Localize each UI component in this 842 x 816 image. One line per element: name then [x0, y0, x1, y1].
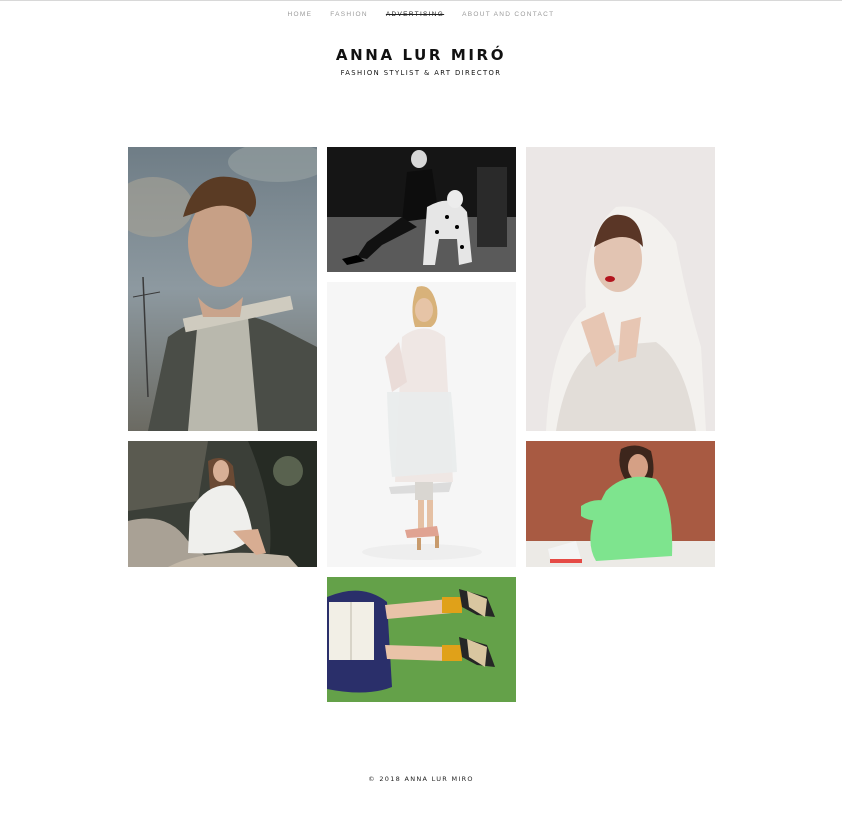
copyright-text: © 2018 ANNA LUR MIRO: [368, 775, 474, 783]
photo-woman-fur: [526, 147, 715, 431]
photo-woman-dalmatian: [327, 147, 516, 272]
photo-legs-grass: [327, 577, 516, 702]
main-nav: HOME FASHION ADVERTISING ABOUT AND CONTA…: [0, 11, 842, 18]
site-title[interactable]: ANNA LUR MIRÓ: [0, 46, 842, 64]
gallery-image-woman-fur[interactable]: [526, 147, 715, 431]
photo-woman-rocks: [128, 441, 317, 567]
gallery-image-woman-rocks[interactable]: [128, 441, 317, 567]
site-header: ANNA LUR MIRÓ FASHION STYLIST & ART DIRE…: [0, 46, 842, 77]
top-border: [0, 0, 842, 1]
site-tagline: FASHION STYLIST & ART DIRECTOR: [340, 69, 502, 77]
gallery-image-woman-green-sweater[interactable]: [526, 441, 715, 567]
nav-advertising[interactable]: ADVERTISING: [386, 11, 444, 18]
gallery-image-woman-sheer-coat[interactable]: [327, 282, 516, 567]
nav-about-contact[interactable]: ABOUT AND CONTACT: [462, 11, 554, 18]
photo-man-backpack: [128, 147, 317, 431]
photo-woman-sheer-coat: [327, 282, 516, 567]
gallery-image-legs-grass[interactable]: [327, 577, 516, 702]
gallery-image-woman-dalmatian[interactable]: [327, 147, 516, 272]
nav-fashion[interactable]: FASHION: [330, 11, 368, 18]
nav-home[interactable]: HOME: [288, 11, 313, 18]
site-footer: © 2018 ANNA LUR MIRO: [0, 775, 842, 783]
photo-woman-green-sweater: [526, 441, 715, 567]
gallery-image-man-backpack[interactable]: [128, 147, 317, 431]
